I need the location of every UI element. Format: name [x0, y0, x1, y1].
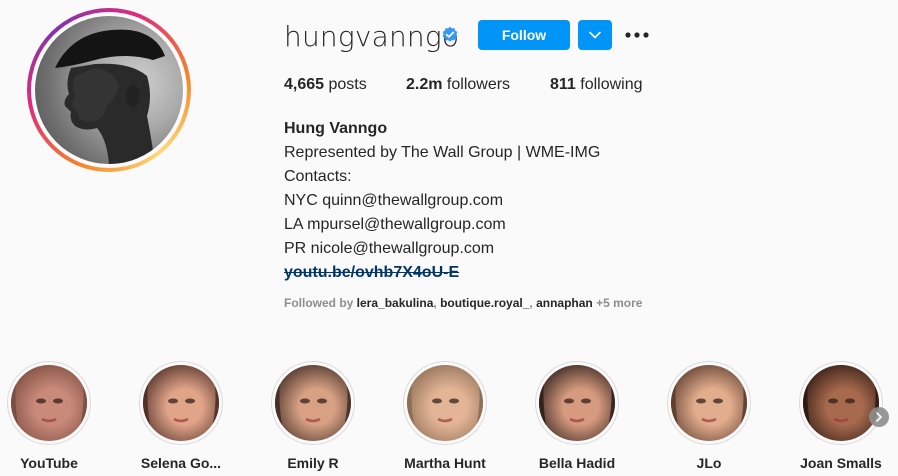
bio-line: LA mpursel@thewallgroup.com: [284, 216, 506, 233]
highlight-label: Martha Hunt: [404, 455, 486, 471]
profile-bio: Hung Vanngo Represented by The Wall Grou…: [284, 117, 600, 285]
profile-username: hungvanngo: [284, 20, 460, 53]
bio-line: Represented by The Wall Group | WME-IMG: [284, 144, 601, 161]
highlight-cover-image: [11, 365, 87, 441]
bio-line: NYC quinn@thewallgroup.com: [284, 192, 504, 209]
followed-by-list[interactable]: Followed by lera_bakulina, boutique.roya…: [284, 296, 642, 310]
highlight-cover-ring: [667, 361, 751, 445]
profile-full-name: Hung Vanngo: [284, 120, 388, 137]
highlight-label: Emily R: [287, 455, 339, 471]
highlight-label: Bella Hadid: [538, 455, 616, 471]
story-highlight[interactable]: YouTube: [4, 361, 94, 471]
highlights-next-button[interactable]: [869, 407, 889, 427]
highlight-cover-ring: [139, 361, 223, 445]
mutual-follower[interactable]: boutique.royal_: [440, 296, 529, 310]
highlight-cover-ring: [799, 361, 883, 445]
avatar-photo: [35, 16, 183, 164]
highlight-cover-image: [803, 365, 879, 441]
highlight-cover-image: [407, 365, 483, 441]
mutual-follower[interactable]: annaphan: [536, 296, 593, 310]
posts-count: 4,665 posts: [284, 76, 367, 93]
bio-external-link[interactable]: youtu.be/ovhb7X4oU-E: [284, 264, 459, 281]
verified-badge-icon: [442, 26, 458, 42]
highlight-cover-ring: [535, 361, 619, 445]
more-options-button[interactable]: [624, 24, 650, 46]
chevron-right-icon: [876, 412, 882, 422]
story-highlight[interactable]: Martha Hunt: [400, 361, 490, 471]
chevron-down-icon: [589, 31, 601, 39]
highlight-label: JLo: [696, 455, 722, 471]
mutual-follower[interactable]: lera_bakulina: [357, 296, 434, 310]
highlight-cover-image: [275, 365, 351, 441]
story-highlight[interactable]: Emily R: [268, 361, 358, 471]
suggested-accounts-button[interactable]: [578, 20, 612, 50]
story-highlight[interactable]: Bella Hadid: [532, 361, 622, 471]
avatar-portrait-illustration: [55, 29, 165, 164]
highlight-cover-ring: [7, 361, 91, 445]
highlight-label: Joan Smalls: [800, 455, 882, 471]
highlight-label: Selena Go...: [140, 455, 222, 471]
avatar-border: [31, 12, 187, 168]
highlight-label: YouTube: [20, 455, 78, 471]
followers-link[interactable]: 2.2m followers: [406, 76, 510, 94]
bio-line: PR nicole@thewallgroup.com: [284, 240, 495, 257]
highlight-cover-ring: [403, 361, 487, 445]
story-highlight[interactable]: Selena Go...: [136, 361, 226, 471]
highlight-cover-ring: [271, 361, 355, 445]
following-link[interactable]: 811 following: [550, 76, 643, 94]
highlight-cover-image: [539, 365, 615, 441]
profile-avatar[interactable]: [27, 8, 191, 172]
highlight-cover-image: [143, 365, 219, 441]
bio-line: Contacts:: [284, 168, 352, 185]
follow-button[interactable]: Follow: [478, 20, 570, 50]
story-highlight[interactable]: JLo: [664, 361, 754, 471]
more-options-icon: [625, 32, 649, 38]
highlight-cover-image: [671, 365, 747, 441]
